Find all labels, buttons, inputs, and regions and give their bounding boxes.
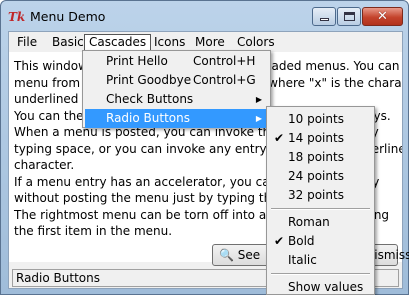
radio-item-bold[interactable]: ✔ Bold xyxy=(269,232,372,251)
cascades-dropdown: Print Hello Control+H Print Goodbye Cont… xyxy=(82,50,271,128)
menu-item-radio-buttons[interactable]: Radio Buttons ▶ xyxy=(85,109,268,128)
menu-icons[interactable]: Icons xyxy=(150,34,189,51)
close-icon: ✕ xyxy=(377,9,388,24)
menu-colors[interactable]: Colors xyxy=(233,34,279,51)
radio-item-label: 10 points xyxy=(288,112,344,126)
radio-item-roman[interactable]: Roman xyxy=(269,213,372,232)
menu-item-print-hello[interactable]: Print Hello Control+H xyxy=(85,52,268,71)
radio-item-label: Bold xyxy=(288,234,315,248)
radio-item-italic[interactable]: Italic xyxy=(269,251,372,270)
menu-basic[interactable]: Basic xyxy=(48,34,88,51)
checkmark-icon: ✔ xyxy=(274,131,285,145)
maximize-button[interactable] xyxy=(337,7,361,26)
menu-separator xyxy=(271,273,370,275)
checkmark-icon: ✔ xyxy=(274,234,285,248)
menubar: File Basic Cascades Icons More Colors xyxy=(9,32,402,52)
submenu-arrow-icon: ▶ xyxy=(255,114,262,123)
menu-cascades[interactable]: Cascades xyxy=(84,34,152,51)
radio-item-label: Roman xyxy=(288,215,330,229)
menu-item-label: Print Hello xyxy=(106,54,168,68)
close-button[interactable]: ✕ xyxy=(362,7,403,26)
radio-item-label: 14 points xyxy=(288,131,344,145)
menu-item-show-values[interactable]: Show values xyxy=(269,278,372,295)
menu-item-label: Print Goodbye xyxy=(106,73,192,87)
magnifier-icon: 🔍 xyxy=(219,248,234,262)
menu-item-print-goodbye[interactable]: Print Goodbye Control+G xyxy=(85,71,268,90)
menu-separator xyxy=(271,208,370,210)
accelerator: Control+H xyxy=(193,54,256,68)
menu-more[interactable]: More xyxy=(191,34,229,51)
tk-app-icon: Tk xyxy=(8,10,26,24)
accelerator: Control+G xyxy=(193,73,256,87)
radio-item-18-points[interactable]: 18 points xyxy=(269,148,372,167)
see-code-button[interactable]: 🔍 See Code xyxy=(212,244,272,282)
minimize-icon xyxy=(319,18,329,21)
menu-item-check-buttons[interactable]: Check Buttons ▶ xyxy=(85,90,268,109)
menu-item-label: Radio Buttons xyxy=(106,111,190,125)
radio-item-label: 32 points xyxy=(288,188,344,202)
window-title: Menu Demo xyxy=(30,9,106,24)
radio-item-label: 18 points xyxy=(288,150,344,164)
radio-item-14-points[interactable]: ✔ 14 points xyxy=(269,129,372,148)
radio-item-32-points[interactable]: 32 points xyxy=(269,186,372,205)
menu-item-label: Show values xyxy=(288,280,364,294)
minimize-button[interactable] xyxy=(312,7,336,26)
title-bar[interactable]: Tk Menu Demo ✕ xyxy=(1,1,408,32)
maximize-icon xyxy=(343,12,355,21)
radio-item-label: Italic xyxy=(288,253,317,267)
radio-item-label: 24 points xyxy=(288,169,344,183)
radio-item-24-points[interactable]: 24 points xyxy=(269,167,372,186)
radio-buttons-submenu: 10 points ✔ 14 points 18 points 24 point… xyxy=(266,106,375,295)
submenu-arrow-icon: ▶ xyxy=(255,95,262,104)
menu-item-label: Check Buttons xyxy=(106,92,194,106)
menu-file[interactable]: File xyxy=(13,34,41,51)
radio-item-10-points[interactable]: 10 points xyxy=(269,110,372,129)
